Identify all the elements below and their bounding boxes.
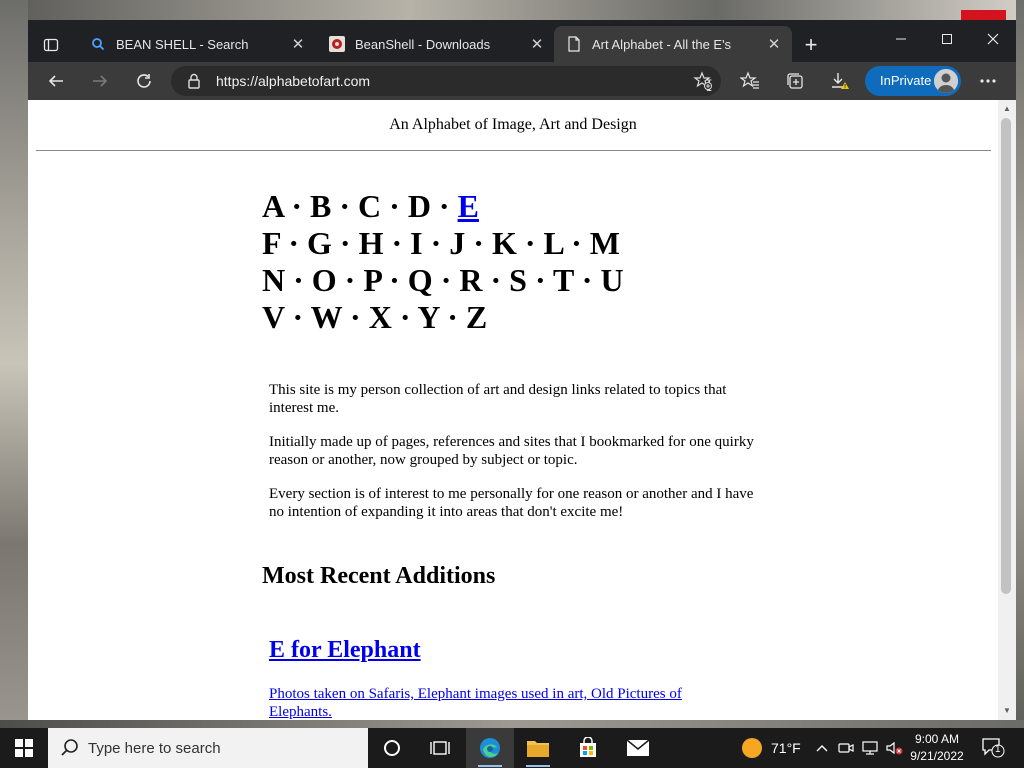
cortana-icon[interactable] — [368, 728, 416, 768]
search-icon — [60, 738, 80, 758]
tab-bean-shell-search[interactable]: BEAN SHELL - Search ✕ — [78, 26, 316, 62]
more-options-icon[interactable] — [972, 65, 1004, 97]
close-window-button[interactable] — [970, 24, 1016, 54]
refresh-button[interactable] — [128, 65, 160, 97]
page-icon — [566, 36, 582, 52]
maximize-button[interactable] — [924, 24, 970, 54]
desktop-background-left — [0, 0, 28, 728]
tab-title: Art Alphabet - All the E's — [592, 36, 732, 52]
scroll-up-arrow-icon[interactable]: ▲ — [1002, 104, 1012, 114]
back-button[interactable] — [40, 65, 72, 97]
desktop-background-right — [1016, 0, 1024, 728]
new-tab-button[interactable]: + — [798, 32, 824, 58]
close-icon[interactable]: ✕ — [525, 32, 549, 56]
inprivate-label: InPrivate — [880, 73, 932, 88]
microsoft-store-icon[interactable] — [564, 728, 612, 768]
inprivate-button[interactable]: InPrivate — [865, 66, 961, 96]
intro-text: This site is my person collection of art… — [269, 381, 769, 537]
tab-art-alphabet[interactable]: Art Alphabet - All the E's ✕ — [554, 26, 792, 62]
letter-separator: · — [331, 188, 359, 224]
letter-b: B — [310, 188, 332, 224]
page-scrollbar[interactable]: ▲ ▼ — [998, 100, 1016, 720]
profile-avatar-icon — [934, 69, 958, 93]
desktop-background-bottom — [0, 720, 1024, 728]
forward-button[interactable] — [84, 65, 116, 97]
task-view-icon[interactable] — [416, 728, 464, 768]
notification-count: 1 — [995, 744, 1001, 755]
windows-logo-icon — [15, 739, 33, 757]
alphabet-index: A · B · C · D · E F · G · H · I · J · K … — [262, 188, 624, 336]
tab-actions-icon[interactable] — [36, 32, 66, 58]
downloads-icon[interactable] — [824, 65, 856, 97]
tab-strip: BEAN SHELL - Search ✕ BeanShell - Downlo… — [28, 20, 1016, 62]
letter-d: D — [407, 188, 431, 224]
tab-title: BEAN SHELL - Search — [116, 36, 249, 52]
alphabet-row-2: F · G · H · I · J · K · L · M — [262, 225, 620, 261]
alphabet-row-3: N · O · P · Q · R · S · T · U — [262, 262, 624, 298]
volume-muted-icon[interactable] — [884, 738, 904, 758]
weather-sun-icon[interactable] — [742, 738, 762, 758]
add-favorite-icon[interactable] — [693, 71, 713, 91]
alphabet-row-1: A · B · C · D · E — [262, 188, 624, 225]
site-title: An Alphabet of Image, Art and Design — [389, 116, 637, 133]
start-button[interactable] — [0, 728, 48, 768]
recent-additions-heading: Most Recent Additions — [262, 563, 496, 589]
entry-description-link[interactable]: Photos taken on Safaris, Elephant images… — [269, 685, 739, 720]
mail-icon[interactable] — [614, 728, 662, 768]
intro-paragraph-2: Initially made up of pages, references a… — [269, 434, 754, 468]
beanshell-favicon — [329, 36, 345, 52]
network-icon[interactable] — [860, 738, 880, 758]
letter-separator: · — [381, 188, 408, 224]
weather-temperature[interactable]: 71°F — [771, 740, 801, 756]
lock-icon[interactable] — [185, 72, 203, 90]
letter-e-link[interactable]: E — [458, 188, 479, 224]
collections-icon[interactable] — [779, 65, 811, 97]
clock-time: 9:00 AM — [914, 732, 960, 746]
show-hidden-icons-icon[interactable] — [812, 738, 832, 758]
file-explorer-icon[interactable] — [514, 728, 562, 768]
scroll-thumb[interactable] — [1001, 118, 1011, 594]
tab-title: BeanShell - Downloads — [355, 36, 491, 52]
letter-separator: · — [283, 188, 311, 224]
letter-separator: · — [430, 188, 458, 224]
url-text[interactable]: https://alphabetofart.com — [216, 72, 370, 90]
taskbar-search-box[interactable]: Type here to search — [48, 728, 368, 768]
notification-center-icon[interactable]: 1 — [980, 736, 1006, 760]
meet-now-icon[interactable] — [836, 738, 856, 758]
tab-beanshell-downloads[interactable]: BeanShell - Downloads ✕ — [317, 26, 555, 62]
horizontal-rule — [36, 150, 991, 151]
intro-paragraph-3: Every section is of interest to me perso… — [269, 486, 754, 520]
minimize-button[interactable] — [878, 24, 924, 54]
favorites-icon[interactable] — [734, 65, 766, 97]
entry-title-link[interactable]: E for Elephant — [269, 637, 421, 664]
search-placeholder: Type here to search — [88, 740, 221, 757]
intro-paragraph-1: This site is my person collection of art… — [269, 382, 727, 416]
close-icon[interactable]: ✕ — [286, 32, 310, 56]
taskbar-clock[interactable]: 9:00 AM 9/21/2022 — [905, 731, 969, 765]
clock-date: 9/21/2022 — [910, 749, 964, 763]
taskbar: Type here to search 71°F 9:00 AM 9/21/20… — [0, 728, 1024, 768]
desktop-background-top — [0, 0, 1024, 20]
address-bar[interactable]: https://alphabetofart.com I — [171, 66, 721, 96]
edge-taskbar-icon[interactable] — [466, 728, 514, 768]
letter-a: A — [262, 188, 284, 224]
scroll-down-arrow-icon[interactable]: ▼ — [1002, 706, 1012, 716]
bing-search-icon — [90, 36, 106, 52]
browser-window: BEAN SHELL - Search ✕ BeanShell - Downlo… — [28, 20, 1016, 720]
browser-toolbar: https://alphabetofart.com I InPrivate — [28, 62, 1016, 100]
alphabet-row-4: V · W · X · Y · Z — [262, 299, 488, 335]
page-content: An Alphabet of Image, Art and Design A ·… — [28, 100, 998, 720]
close-icon[interactable]: ✕ — [762, 32, 786, 56]
letter-c: C — [358, 188, 382, 224]
